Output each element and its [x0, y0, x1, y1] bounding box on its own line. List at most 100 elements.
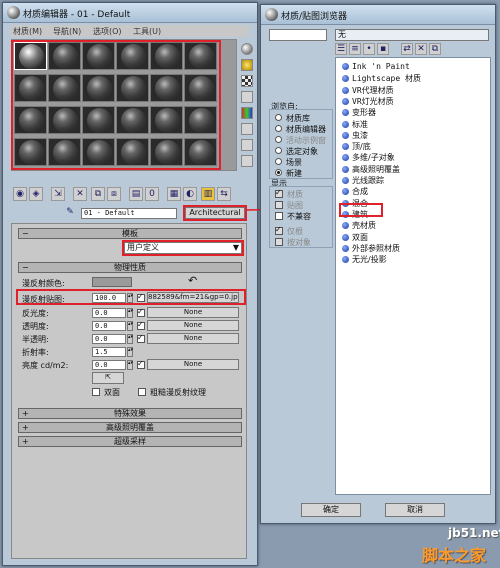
options-icon[interactable] — [241, 139, 253, 151]
material-name-field[interactable]: 01 - Default — [81, 208, 177, 219]
browser-search-input[interactable] — [269, 29, 327, 41]
editor-titlebar[interactable]: 材质编辑器 - 01 - Default — [3, 3, 257, 23]
material-list-item[interactable]: VR灯光材质 — [342, 96, 394, 107]
material-list-item[interactable]: 标准 — [342, 119, 368, 130]
get-material-icon[interactable]: ◉ — [13, 187, 27, 201]
view-large-icons-icon[interactable]: ▪ — [377, 43, 389, 55]
video-color-check-icon[interactable] — [241, 107, 253, 119]
physical-rollout[interactable]: − 物理性质 — [18, 262, 242, 273]
browse-from-radio[interactable] — [275, 147, 282, 154]
transparency-value[interactable]: 0.0 — [92, 321, 126, 331]
material-list-label: 无光/投影 — [352, 255, 387, 265]
material-list-item[interactable]: 高级照明覆盖 — [342, 164, 400, 175]
material-list-item[interactable]: 无光/投影 — [342, 254, 387, 265]
transparency-map-enabled[interactable] — [137, 320, 145, 330]
ok-button[interactable]: 确定 — [301, 503, 361, 517]
menu-options[interactable]: 选项(O) — [93, 26, 122, 37]
material-list-item[interactable]: 外部参照材质 — [342, 243, 400, 254]
browse-from-radio[interactable] — [275, 136, 282, 143]
make-unique-icon[interactable]: ⧈ — [107, 187, 121, 201]
browse-from-option-label: 活动示例窗 — [286, 136, 326, 145]
material-list-label: 外部参照材质 — [352, 243, 400, 253]
luminance-label: 亮度 cd/m2: — [22, 361, 69, 370]
material-list-label: 顶/底 — [352, 142, 371, 152]
raw-diffuse-checkbox[interactable] — [138, 388, 146, 396]
translucency-map-button[interactable]: None — [147, 333, 239, 344]
set-color-to-texture-icon[interactable]: ↶ — [188, 274, 197, 287]
translucency-map-enabled[interactable] — [137, 333, 145, 343]
translucency-value[interactable]: 0.0 — [92, 334, 126, 344]
menu-navigation[interactable]: 导航(N) — [53, 26, 81, 37]
material-list[interactable]: Ink 'n Paint Lightscape 材质 VR代理材质 VR灯光材质 变形器… — [335, 57, 491, 495]
reset-map-icon[interactable]: ✕ — [73, 187, 87, 201]
delete-from-library-icon[interactable]: ✕ — [415, 43, 427, 55]
make-preview-icon[interactable] — [241, 123, 253, 135]
watermark-name: 脚本之家 — [422, 546, 487, 565]
menu-material[interactable]: 材质(M) — [13, 26, 42, 37]
assign-to-selection-icon[interactable]: ⇲ — [51, 187, 65, 201]
material-list-item[interactable]: 顶/底 — [342, 141, 371, 152]
transparency-map-button[interactable]: None — [147, 320, 239, 331]
special-effects-rollout[interactable]: + 特殊效果 — [18, 408, 242, 419]
material-list-item[interactable]: Lightscape 材质 — [342, 73, 421, 84]
go-to-parent-icon[interactable]: ▥ — [201, 187, 215, 201]
material-id-icon[interactable]: 0 — [145, 187, 159, 201]
shininess-spinner[interactable]: ▴▾ — [127, 308, 133, 318]
browser-titlebar[interactable]: 材质/贴图浏览器 — [261, 5, 495, 25]
root-only-checkbox — [275, 225, 283, 235]
background-icon[interactable] — [241, 75, 253, 87]
view-list-icons-icon[interactable]: ≡ — [349, 43, 361, 55]
uv-tiling-icon[interactable] — [241, 91, 253, 103]
ior-value[interactable]: 1.5 — [92, 347, 126, 357]
transparency-spinner[interactable]: ▴▾ — [127, 321, 133, 331]
material-list-item[interactable]: 虫漆 — [342, 130, 368, 141]
browse-from-radio[interactable] — [275, 114, 282, 121]
browser-window: 材质/贴图浏览器 无 ☰ ≡ • ▪ ⇄ ✕ ⧉ 浏览自: 材质库 材质编辑器 活动… — [260, 4, 496, 524]
luminance-map-button[interactable]: None — [147, 359, 239, 370]
supersampling-rollout[interactable]: + 超级采样 — [18, 436, 242, 447]
browse-from-radio[interactable] — [275, 158, 282, 165]
sample-type-icon[interactable] — [241, 43, 253, 55]
translucency-spinner[interactable]: ▴▾ — [127, 334, 133, 344]
material-list-item[interactable]: 合成 — [342, 186, 368, 197]
luminance-spinner[interactable]: ▴▾ — [127, 360, 133, 370]
luminance-map-enabled[interactable] — [137, 359, 145, 369]
show-end-result-icon[interactable]: ◐ — [183, 187, 197, 201]
shininess-value[interactable]: 0.0 — [92, 308, 126, 318]
material-list-item[interactable]: 壳材质 — [342, 220, 376, 231]
diffuse-color-swatch[interactable] — [92, 277, 132, 287]
show-map-in-viewport-icon[interactable]: ▦ — [167, 187, 181, 201]
two-sided-checkbox[interactable] — [92, 388, 100, 396]
material-type-icon — [342, 188, 349, 196]
select-by-material-icon[interactable] — [241, 155, 253, 167]
browse-from-radio[interactable] — [275, 169, 282, 176]
show-incompatible-checkbox[interactable] — [275, 212, 283, 220]
material-list-item[interactable]: 多维/子对象 — [342, 152, 395, 163]
luminance-value[interactable]: 0.0 — [92, 360, 126, 370]
material-list-item[interactable]: Ink 'n Paint — [342, 62, 410, 73]
put-to-library-icon[interactable]: ▤ — [129, 187, 143, 201]
material-list-item[interactable]: 光线跟踪 — [342, 175, 384, 186]
material-list-item[interactable]: 双面 — [342, 232, 368, 243]
material-list-item[interactable]: VR代理材质 — [342, 85, 394, 96]
clear-library-icon[interactable]: ⧉ — [429, 43, 441, 55]
shininess-map-button[interactable]: None — [147, 307, 239, 318]
backlight-icon[interactable] — [241, 59, 253, 71]
material-list-item[interactable]: 变形器 — [342, 107, 376, 118]
cancel-button[interactable]: 取消 — [385, 503, 445, 517]
make-copy-icon[interactable]: ⧉ — [91, 187, 105, 201]
view-list-icon[interactable]: ☰ — [335, 43, 347, 55]
menu-utilities[interactable]: 工具(U) — [133, 26, 161, 37]
go-forward-sibling-icon[interactable]: ⇆ — [217, 187, 231, 201]
update-scene-icon[interactable]: ⇄ — [401, 43, 413, 55]
view-small-icons-icon[interactable]: • — [363, 43, 375, 55]
browse-from-radio[interactable] — [275, 125, 282, 132]
luminance-pick-button[interactable]: ⇱ — [92, 372, 124, 384]
templates-rollout[interactable]: − 模板 — [18, 228, 242, 239]
ior-spinner[interactable]: ▴▾ — [127, 347, 133, 357]
pick-from-object-icon[interactable]: ✎ — [63, 206, 77, 220]
shininess-map-enabled[interactable] — [137, 307, 145, 317]
put-to-scene-icon[interactable]: ◈ — [29, 187, 43, 201]
advanced-lighting-rollout[interactable]: + 高级照明覆盖 — [18, 422, 242, 433]
material-list-label: VR代理材质 — [352, 85, 394, 95]
